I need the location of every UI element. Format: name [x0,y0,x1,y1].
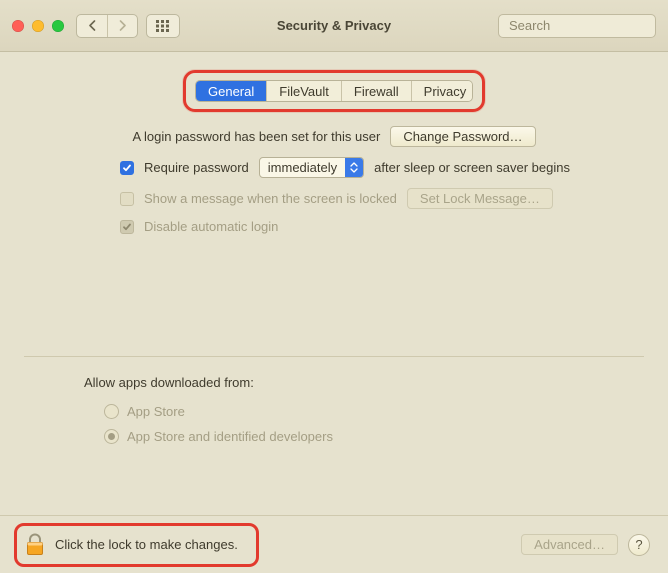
require-password-delay-value: immediately [260,160,345,175]
set-lock-message-button: Set Lock Message… [407,188,553,209]
require-password-label: Require password [144,160,249,175]
back-button[interactable] [77,15,107,37]
help-button[interactable]: ? [628,534,650,556]
allow-apps-identified-label: App Store and identified developers [127,429,333,444]
tabs-highlight: General FileVault Firewall Privacy [183,70,485,112]
disable-auto-login-checkbox [120,220,134,234]
grid-icon [156,20,170,32]
stepper-icon [345,158,363,177]
require-password-after-text: after sleep or screen saver begins [374,160,570,175]
window-titlebar: Security & Privacy [0,0,668,52]
allow-apps-appstore-radio [104,404,119,419]
advanced-button: Advanced… [521,534,618,555]
search-field-wrap[interactable] [498,14,656,38]
allow-apps-header: Allow apps downloaded from: [84,375,644,390]
forward-button[interactable] [107,15,137,37]
lock-text: Click the lock to make changes. [55,537,238,552]
tab-privacy[interactable]: Privacy [411,81,473,101]
check-icon [122,163,132,173]
close-window-button[interactable] [12,20,24,32]
tab-firewall[interactable]: Firewall [341,81,411,101]
check-icon [122,222,132,232]
show-all-prefs-button[interactable] [146,14,180,38]
lock-highlight: Click the lock to make changes. [14,523,259,567]
disable-auto-login-label: Disable automatic login [144,219,278,234]
nav-back-forward [76,14,138,38]
footer-bar: Click the lock to make changes. Advanced… [0,515,668,573]
allow-apps-section: Allow apps downloaded from: App Store Ap… [84,375,644,444]
change-password-button[interactable]: Change Password… [390,126,535,147]
allow-apps-appstore-label: App Store [127,404,185,419]
tab-general[interactable]: General [196,81,266,101]
search-input[interactable] [509,18,668,33]
show-lock-message-checkbox [120,192,134,206]
login-password-text: A login password has been set for this u… [132,129,380,144]
require-password-checkbox[interactable] [120,161,134,175]
window-controls [12,20,64,32]
show-lock-message-label: Show a message when the screen is locked [144,191,397,206]
content-pane: General FileVault Firewall Privacy A log… [0,52,668,573]
section-divider [24,356,644,357]
allow-apps-identified-radio [104,429,119,444]
tab-bar: General FileVault Firewall Privacy [195,80,473,102]
maximize-window-button[interactable] [52,20,64,32]
minimize-window-button[interactable] [32,20,44,32]
lock-icon[interactable] [25,533,45,557]
login-password-section: A login password has been set for this u… [24,126,644,234]
tab-filevault[interactable]: FileVault [266,81,341,101]
require-password-delay-select[interactable]: immediately [259,157,364,178]
